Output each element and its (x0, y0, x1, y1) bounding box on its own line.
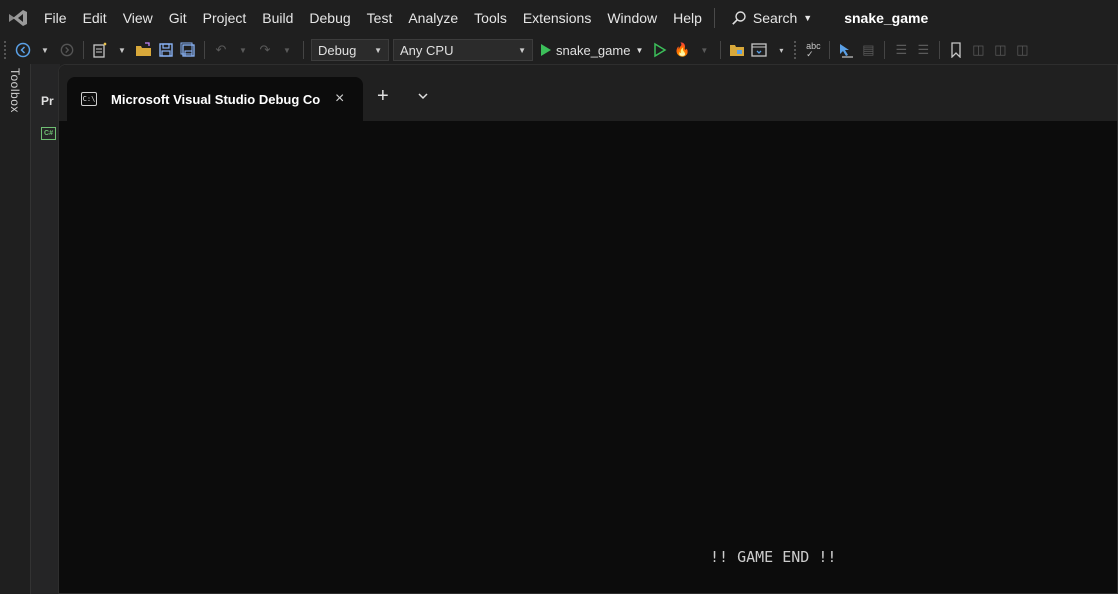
console-output-text: !! GAME END !! (710, 548, 837, 566)
hot-reload-dropdown-icon[interactable]: ▼ (695, 40, 713, 60)
toolbar-divider (303, 41, 304, 59)
toolbar-divider (939, 41, 941, 59)
csharp-file-icon: C# (41, 127, 56, 140)
debug-console-window: C:\ Microsoft Visual Studio Debug Consol… (58, 64, 1118, 594)
menu-extensions[interactable]: Extensions (515, 0, 599, 36)
save-all-icon[interactable] (179, 40, 197, 60)
visual-studio-logo-icon[interactable] (0, 0, 36, 36)
menu-tools[interactable]: Tools (466, 0, 515, 36)
console-tab-bar: C:\ Microsoft Visual Studio Debug Consol… (59, 65, 1117, 121)
toolbox-tab[interactable]: Toolbox (8, 68, 22, 113)
play-icon (541, 44, 551, 56)
start-without-debugging-icon[interactable] (651, 42, 669, 58)
save-icon[interactable] (157, 40, 175, 60)
menu-edit[interactable]: Edit (75, 0, 115, 36)
toolbar-grip[interactable] (4, 41, 8, 59)
solution-name: snake_game (844, 10, 929, 26)
search-label: Search (752, 10, 798, 26)
search-button[interactable]: Search ▼ (721, 10, 822, 26)
chevron-down-icon[interactable] (417, 89, 431, 103)
chevron-down-icon: ▼ (518, 45, 526, 55)
toolbox-strip: Toolbox (0, 64, 30, 594)
menu-analyze[interactable]: Analyze (400, 0, 466, 36)
toolbar-divider (720, 41, 722, 59)
navigate-back-icon[interactable] (14, 40, 32, 60)
previous-bookmark-icon[interactable]: ◫ (969, 40, 987, 60)
menu-bar: File Edit View Git Project Build Debug T… (0, 0, 1118, 36)
chevron-down-icon: ▼ (635, 45, 644, 55)
open-folder-icon[interactable] (135, 40, 153, 60)
console-tab[interactable]: C:\ Microsoft Visual Studio Debug Consol… (67, 77, 363, 121)
console-output-area[interactable]: !! GAME END !! (59, 121, 1117, 593)
menu-divider (713, 8, 715, 28)
decrease-indent-icon[interactable]: ☰ (892, 40, 910, 60)
panel-title: Pr (41, 94, 54, 108)
start-debugging-button[interactable]: snake_game ▼ (537, 43, 647, 58)
solution-explorer-icon[interactable] (728, 40, 746, 60)
bookmark-icon[interactable] (947, 40, 965, 60)
toolbar-divider (884, 41, 886, 59)
solution-configuration-select[interactable]: Debug ▼ (311, 39, 389, 61)
new-item-dropdown-icon[interactable]: ▼ (113, 40, 131, 60)
select-element-icon[interactable] (837, 40, 855, 60)
format-icon[interactable]: ▤ (859, 40, 877, 60)
toolbar-divider (83, 41, 84, 59)
terminal-icon: C:\ (81, 92, 97, 106)
startup-project-label: snake_game (556, 42, 631, 58)
platform-value: Any CPU (400, 42, 454, 58)
console-tab-title: Microsoft Visual Studio Debug Console (111, 91, 321, 107)
project-panel-behind: Pr C# (30, 64, 60, 594)
back-dropdown-icon[interactable]: ▼ (36, 40, 54, 60)
solution-platform-select[interactable]: Any CPU ▼ (393, 39, 533, 61)
standard-toolbar: ▼ ▼ ↶ ▼ ↷ ▼ Debug ▼ Any CPU ▼ snake_game… (0, 36, 1118, 64)
layout-dropdown-icon[interactable]: ▾ (772, 40, 790, 60)
new-item-icon[interactable] (91, 40, 109, 60)
menu-debug[interactable]: Debug (301, 0, 358, 36)
next-bookmark-icon[interactable]: ◫ (991, 40, 1009, 60)
clear-bookmarks-icon[interactable]: ◫ (1013, 40, 1031, 60)
menu-file[interactable]: File (36, 0, 75, 36)
navigate-forward-icon[interactable] (58, 40, 76, 60)
spell-check-icon[interactable]: abc ✓ (804, 40, 822, 60)
new-tab-button[interactable]: + (377, 86, 389, 106)
redo-dropdown-icon[interactable]: ▼ (278, 40, 296, 60)
toolbar-divider (204, 41, 205, 59)
toolbar-divider (829, 41, 831, 59)
configuration-value: Debug (318, 42, 357, 58)
close-tab-icon[interactable]: × (335, 90, 344, 108)
increase-indent-icon[interactable]: ☰ (914, 40, 932, 60)
toolbar-grip[interactable] (794, 41, 798, 59)
chevron-down-icon: ▼ (374, 45, 382, 55)
chevron-down-icon: ▼ (803, 13, 813, 23)
search-icon (732, 11, 746, 25)
menu-view[interactable]: View (115, 0, 161, 36)
menu-window[interactable]: Window (599, 0, 665, 36)
undo-dropdown-icon[interactable]: ▼ (234, 40, 252, 60)
menu-git[interactable]: Git (161, 0, 195, 36)
hot-reload-icon[interactable]: 🔥 (673, 40, 691, 60)
window-layout-icon[interactable] (750, 40, 768, 60)
menu-project[interactable]: Project (195, 0, 255, 36)
menu-help[interactable]: Help (665, 0, 710, 36)
undo-icon[interactable]: ↶ (212, 40, 230, 60)
menu-build[interactable]: Build (254, 0, 301, 36)
redo-icon[interactable]: ↷ (256, 40, 274, 60)
menu-test[interactable]: Test (359, 0, 401, 36)
